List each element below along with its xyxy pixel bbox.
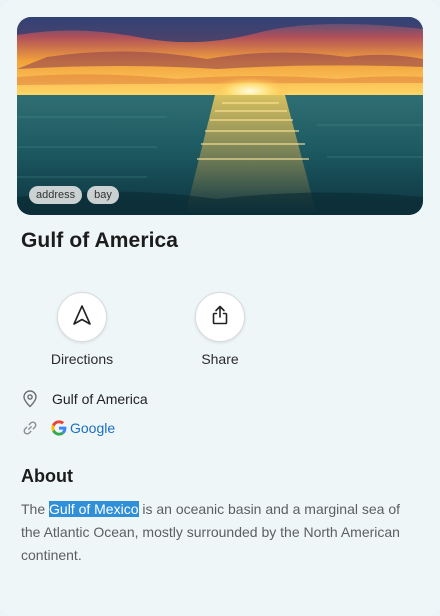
place-title: Gulf of America — [21, 229, 179, 252]
highlighted-text[interactable]: Gulf of Mexico — [49, 501, 139, 517]
navigation-arrow-icon — [72, 304, 92, 331]
share-button[interactable]: Share — [175, 292, 265, 367]
directions-button[interactable]: Directions — [37, 292, 127, 367]
address-text: Gulf of America — [52, 391, 148, 407]
tag-bay[interactable]: bay — [87, 186, 119, 204]
directions-circle[interactable] — [57, 292, 107, 342]
tag-address[interactable]: address — [29, 186, 83, 204]
address-row: Gulf of America — [21, 390, 148, 408]
place-tags: address bay — [29, 186, 119, 204]
google-link[interactable]: Google — [70, 420, 115, 436]
share-icon — [210, 304, 230, 331]
place-card: address bay Gulf of America Directions S… — [0, 0, 440, 616]
about-text: The Gulf of Mexico is an oceanic basin a… — [21, 498, 421, 567]
google-logo-icon — [51, 420, 67, 436]
hero-photo[interactable]: address bay — [17, 17, 423, 215]
link-row: Google — [21, 419, 115, 437]
about-heading: About — [21, 466, 73, 486]
share-circle[interactable] — [195, 292, 245, 342]
share-label: Share — [201, 351, 239, 367]
link-icon — [21, 419, 39, 437]
location-pin-icon — [21, 390, 39, 408]
directions-label: Directions — [50, 351, 114, 367]
about-prefix: The — [21, 501, 50, 517]
